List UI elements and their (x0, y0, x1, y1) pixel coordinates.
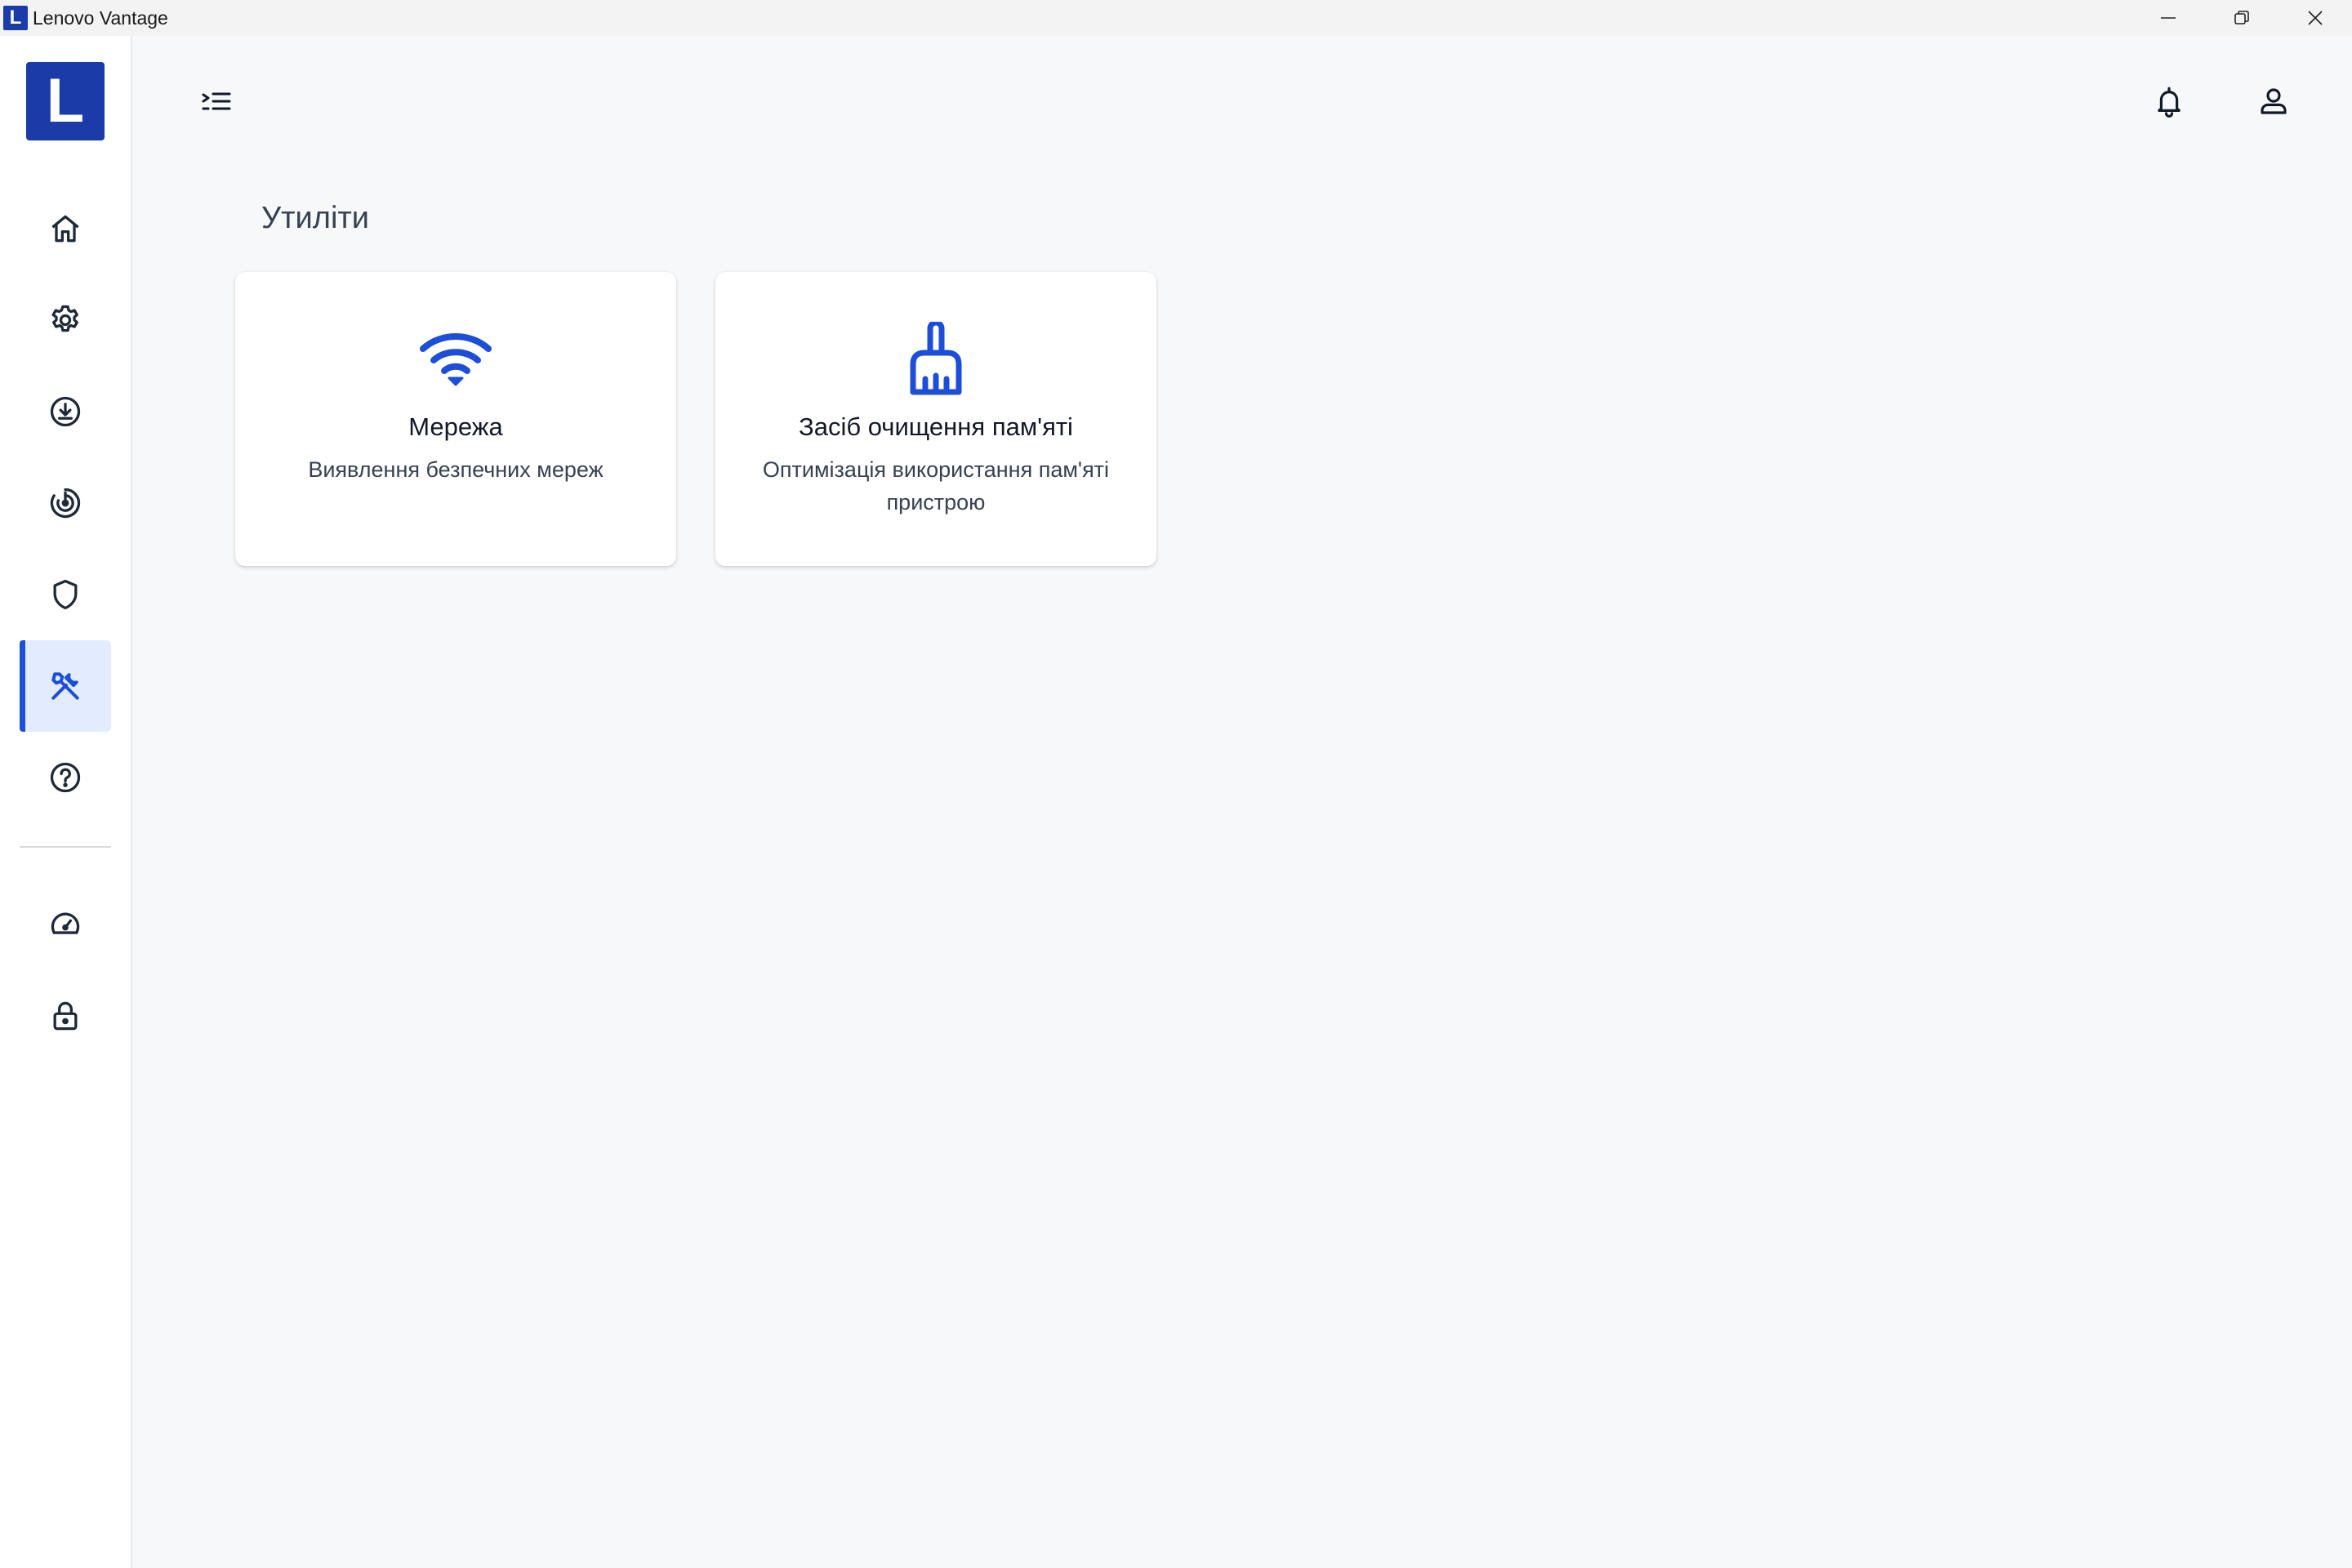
card-memory-cleaner-title: Засіб очищення пам'яті (799, 412, 1073, 441)
sidebar-item-smart-performance[interactable] (20, 457, 111, 549)
bell-icon (2158, 87, 2180, 118)
minimize-icon (2161, 17, 2176, 19)
card-memory-cleaner[interactable]: Засіб очищення пам'яті Оптимізація викор… (715, 272, 1156, 566)
account-button[interactable] (2252, 80, 2295, 122)
lock-icon (53, 1001, 78, 1031)
close-icon (2308, 11, 2323, 25)
restore-button[interactable] (2205, 0, 2278, 36)
window-title: Lenovo Vantage (33, 7, 168, 29)
app-small-logo: L (3, 6, 28, 30)
card-network-icon-wrap (235, 323, 676, 396)
card-memory-cleaner-icon-wrap (715, 322, 1156, 396)
minimize-button[interactable] (2132, 0, 2205, 36)
sidebar-item-performance[interactable] (20, 879, 111, 970)
help-icon (50, 762, 81, 793)
shield-icon (53, 579, 78, 610)
card-network-title: Мережа (408, 412, 503, 441)
app-logo[interactable]: L (26, 62, 105, 140)
page-title: Утиліти (261, 201, 370, 235)
card-network-description: Виявлення безпечних мереж (308, 457, 604, 482)
gear-icon (51, 305, 78, 332)
radar-icon (50, 488, 81, 519)
user-icon (2261, 88, 2287, 114)
sidebar-item-utilities[interactable] (20, 640, 111, 732)
sidebar-item-lock[interactable] (20, 970, 111, 1062)
notifications-button[interactable] (2148, 80, 2190, 122)
window-controls (2132, 0, 2352, 36)
tools-icon (51, 672, 79, 700)
menu-collapse-icon (202, 92, 231, 110)
speedometer-icon (51, 912, 80, 934)
card-network[interactable]: Мережа Виявлення безпечних мереж (235, 272, 676, 566)
app-logo-letter: L (46, 66, 85, 136)
close-button[interactable] (2278, 0, 2352, 36)
restore-icon (2234, 11, 2249, 24)
home-icon (51, 215, 79, 243)
menu-toggle-button[interactable] (196, 85, 237, 118)
sidebar-divider (20, 846, 111, 848)
sidebar-item-security[interactable] (20, 549, 111, 640)
broom-icon (910, 322, 962, 395)
sidebar-item-help[interactable] (20, 732, 111, 823)
card-memory-cleaner-description: Оптимізація використання пам'яті пристро… (762, 457, 1110, 514)
title-bar: L Lenovo Vantage (0, 0, 2352, 36)
wifi-icon (420, 333, 492, 386)
download-icon (50, 396, 81, 427)
sidebar: L (0, 36, 132, 1568)
sidebar-item-settings[interactable] (20, 274, 111, 366)
sidebar-item-home[interactable] (20, 183, 111, 274)
sidebar-item-updates[interactable] (20, 366, 111, 457)
